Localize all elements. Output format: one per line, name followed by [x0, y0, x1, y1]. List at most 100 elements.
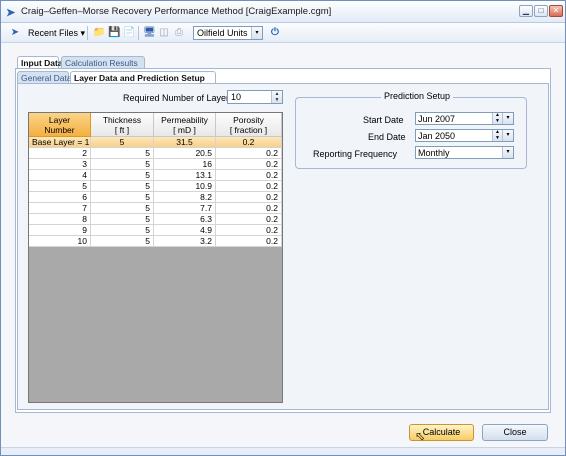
minimize-button[interactable]: ▁ — [519, 5, 533, 17]
export-icon[interactable]: ◫ — [158, 27, 170, 39]
grid-cell[interactable]: 6 — [29, 192, 91, 203]
grid-cell[interactable]: 7 — [29, 203, 91, 214]
header-text: Permeability — [161, 115, 208, 125]
end-date-label: End Date — [368, 132, 406, 142]
grid-cell[interactable]: 8 — [29, 214, 91, 225]
power-icon[interactable]: ⏻ — [269, 27, 281, 39]
grid-cell[interactable]: 6.3 — [154, 214, 216, 225]
chevron-down-icon: ▾ — [251, 27, 262, 39]
grid-cell[interactable]: 4.9 — [154, 225, 216, 236]
open-folder-icon[interactable]: 📁 — [93, 27, 105, 39]
grid-cell[interactable]: 5 — [91, 203, 154, 214]
table-row[interactable]: 10 5 3.2 0.2 — [29, 236, 282, 247]
column-header-layer-number[interactable]: Layer Number — [29, 113, 91, 137]
title-bar: ➤ Craig–Geffen–Morse Recovery Performanc… — [1, 1, 565, 23]
table-row[interactable]: 3 5 16 0.2 — [29, 159, 282, 170]
header-text: Thickness — [102, 115, 142, 125]
recent-files-button[interactable]: Recent Files ▾ — [25, 25, 88, 41]
table-row[interactable]: 8 5 6.3 0.2 — [29, 214, 282, 225]
grid-cell[interactable]: 0.2 — [216, 236, 282, 247]
grid-cell[interactable]: 5 — [91, 192, 154, 203]
header-unit: [ ft ] — [114, 125, 130, 135]
grid-cell[interactable]: 13.1 — [154, 170, 216, 181]
close-button[interactable]: Close — [482, 424, 548, 441]
spin-down-icon[interactable]: ▼ — [493, 118, 502, 125]
required-layers-label: Required Number of Layers — [123, 93, 234, 103]
start-date-stepper[interactable]: ▲ ▼ — [492, 112, 502, 125]
reporting-frequency-value: Monthly — [418, 148, 450, 158]
header-text: Number — [44, 125, 75, 135]
grid-cell[interactable]: 0.2 — [216, 170, 282, 181]
column-header-thickness[interactable]: Thickness [ ft ] — [91, 113, 154, 137]
units-dropdown[interactable]: Oilfield Units ▾ — [193, 26, 263, 40]
grid-cell[interactable]: 5 — [91, 137, 154, 148]
grid-cell[interactable]: 10.9 — [154, 181, 216, 192]
grid-cell[interactable]: 0.2 — [216, 214, 282, 225]
header-unit: [ mD ] — [173, 125, 196, 135]
grid-cell[interactable]: 5 — [91, 159, 154, 170]
grid-cell[interactable]: 3 — [29, 159, 91, 170]
grid-cell[interactable]: 5 — [91, 170, 154, 181]
end-date-stepper[interactable]: ▲ ▼ — [492, 129, 502, 142]
grid-cell[interactable]: 3.2 — [154, 236, 216, 247]
grid-cell[interactable]: 0.2 — [216, 192, 282, 203]
chevron-down-icon[interactable]: ▾ — [502, 147, 513, 158]
prediction-setup-title: Prediction Setup — [381, 91, 454, 101]
grid-cell[interactable]: 0.2 — [216, 203, 282, 214]
table-row[interactable]: 5 5 10.9 0.2 — [29, 181, 282, 192]
maximize-button[interactable]: □ — [534, 5, 548, 17]
document-icon[interactable]: 📄 — [123, 27, 135, 39]
close-window-button[interactable]: ✕ — [549, 5, 563, 17]
grid-cell[interactable]: 5 — [91, 225, 154, 236]
grid-cell[interactable]: 9 — [29, 225, 91, 236]
save-icon[interactable]: 💾 — [108, 27, 120, 39]
mouse-cursor-icon: ⬁ — [415, 429, 426, 443]
monitor-icon[interactable]: 🖥 — [143, 27, 156, 39]
window-title: Craig–Geffen–Morse Recovery Performance … — [21, 6, 332, 17]
grid-cell[interactable]: 5 — [91, 148, 154, 159]
grid-cell[interactable]: 5 — [91, 214, 154, 225]
table-row[interactable]: 2 5 20.5 0.2 — [29, 148, 282, 159]
table-row[interactable]: 6 5 8.2 0.2 — [29, 192, 282, 203]
grid-cell[interactable]: 0.2 — [216, 159, 282, 170]
column-header-permeability[interactable]: Permeability [ mD ] — [154, 113, 216, 137]
grid-cell[interactable]: 16 — [154, 159, 216, 170]
app-window: ➤ Craig–Geffen–Morse Recovery Performanc… — [0, 0, 566, 456]
toolbar: ➤ Recent Files ▾ 📁 💾 📄 🖥 ◫ ⎙ Oilfield Un… — [1, 23, 565, 43]
grid-cell[interactable]: 8.2 — [154, 192, 216, 203]
chevron-down-icon: ▾ — [80, 28, 86, 38]
grid-cell[interactable]: 10 — [29, 236, 91, 247]
grid-cell[interactable]: 2 — [29, 148, 91, 159]
base-layer-row[interactable]: Base Layer = 1 5 31.5 0.2 — [29, 137, 282, 148]
column-header-porosity[interactable]: Porosity [ fraction ] — [216, 113, 282, 137]
spin-down-icon[interactable]: ▼ — [493, 135, 502, 142]
grid-cell[interactable]: Base Layer = 1 — [29, 137, 91, 148]
start-date-picker[interactable]: Jun 2007 ▲ ▼ ▾ — [415, 112, 514, 125]
grid-cell[interactable]: 5 — [91, 236, 154, 247]
grid-cell[interactable]: 31.5 — [154, 137, 216, 148]
grid-cell[interactable]: 0.2 — [216, 137, 282, 148]
app-menu-icon[interactable]: ➤ — [9, 27, 21, 39]
header-text: Porosity — [233, 115, 264, 125]
spin-down-icon[interactable]: ▼ — [272, 97, 282, 103]
grid-cell[interactable]: 20.5 — [154, 148, 216, 159]
chevron-down-icon[interactable]: ▾ — [502, 130, 513, 141]
end-date-picker[interactable]: Jan 2050 ▲ ▼ ▾ — [415, 129, 514, 142]
grid-cell[interactable]: 0.2 — [216, 181, 282, 192]
required-layers-stepper[interactable]: 10 ▲ ▼ — [227, 90, 283, 104]
start-date-label: Start Date — [363, 115, 404, 125]
table-row[interactable]: 4 5 13.1 0.2 — [29, 170, 282, 181]
reporting-frequency-label: Reporting Frequency — [313, 149, 398, 159]
table-row[interactable]: 9 5 4.9 0.2 — [29, 225, 282, 236]
toolbar-separator — [138, 26, 139, 40]
table-row[interactable]: 7 5 7.7 0.2 — [29, 203, 282, 214]
chevron-down-icon[interactable]: ▾ — [502, 113, 513, 124]
grid-cell[interactable]: 0.2 — [216, 148, 282, 159]
grid-cell[interactable]: 5 — [91, 181, 154, 192]
grid-cell[interactable]: 7.7 — [154, 203, 216, 214]
grid-cell[interactable]: 0.2 — [216, 225, 282, 236]
grid-cell[interactable]: 5 — [29, 181, 91, 192]
print-icon[interactable]: ⎙ — [173, 27, 185, 39]
reporting-frequency-select[interactable]: Monthly ▾ — [415, 146, 514, 159]
grid-cell[interactable]: 4 — [29, 170, 91, 181]
